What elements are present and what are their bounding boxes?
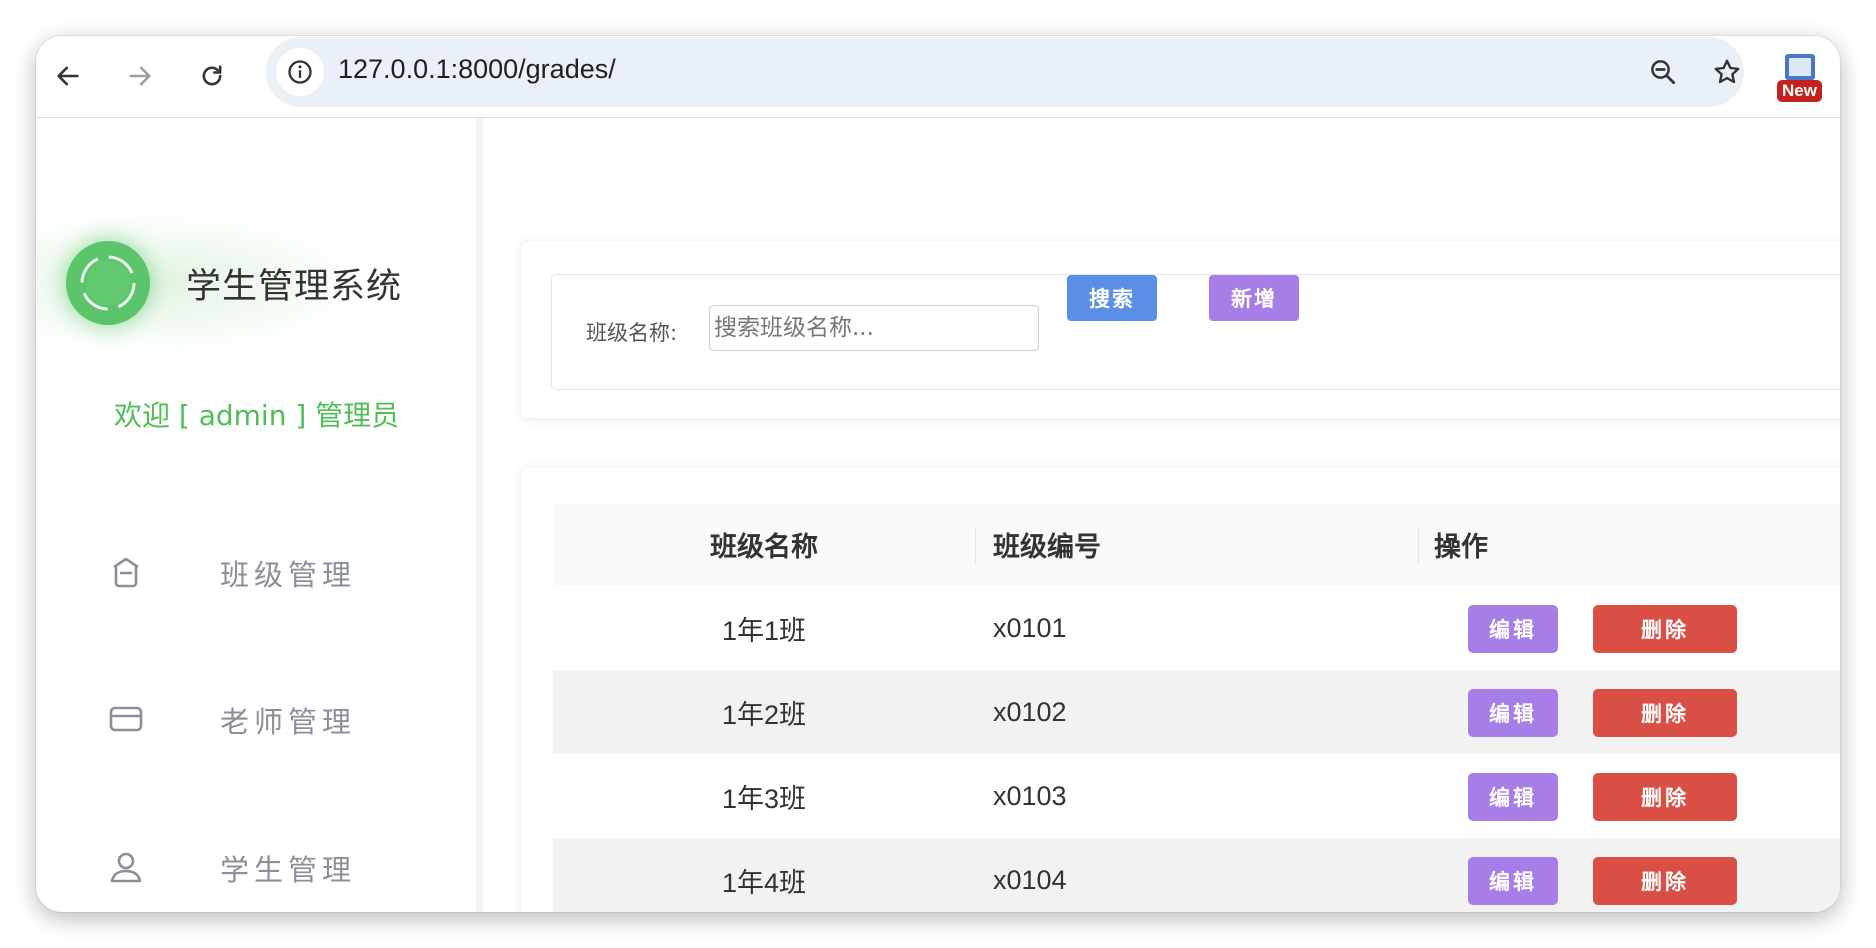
arrow-left-icon [57,66,79,86]
reload-icon [202,65,222,86]
arrow-right-icon [129,66,151,86]
site-info-button[interactable] [276,48,324,96]
extension-icon [1785,54,1815,80]
edit-button[interactable]: 编辑 [1468,857,1558,905]
sidebar-item-label: 班级管理 [220,558,357,592]
cell-actions: 编辑 删除 [1418,754,1840,838]
sidebar-item-label: 老师管理 [220,705,357,739]
zoom-button[interactable] [1644,53,1682,91]
browser-window: 127.0.0.1:8000/grades/ New 学生管理系统 欢迎 [ a… [36,36,1840,912]
cell-class-code: x0104 [975,838,1418,912]
reload-button[interactable] [192,56,232,96]
cell-class-name: 1年1班 [721,615,807,646]
brand-title: 学生管理系统 [186,267,403,307]
info-icon [288,60,312,84]
header-label: 操作 [1434,532,1488,563]
cell-class-code: x0103 [993,780,1067,811]
sidebar-item-classes[interactable]: 班级管理 [106,546,406,596]
table-row: 1年2班 x0102 编辑 删除 [553,670,1840,754]
bookmark-button[interactable] [1708,53,1746,91]
header-label: 班级名称 [710,532,818,563]
cell-actions: 编辑 删除 [1418,838,1840,912]
header-label: 班级编号 [993,532,1101,563]
table-row: 1年1班 x0101 编辑 删除 [553,586,1840,670]
brand-logo-icon [66,241,150,325]
edit-button[interactable]: 编辑 [1468,773,1558,821]
cell-actions: 编辑 删除 [1418,670,1840,754]
browser-toolbar: 127.0.0.1:8000/grades/ New [36,36,1840,118]
card-icon [109,706,143,732]
extension-button[interactable]: New [1777,52,1823,104]
cell-class-code: x0101 [993,612,1067,643]
delete-button[interactable]: 删除 [1593,857,1737,905]
table-header-row: 班级名称 班级编号 操作 [553,503,1840,586]
main-content: 班级名称: 搜索 新增 班级名称 班级编号 [483,118,1840,912]
add-button[interactable]: 新增 [1209,275,1299,321]
column-divider [975,527,976,563]
grades-table: 班级名称 班级编号 操作 1年1班 x0101 编辑 删除 1年2班 x0102… [553,503,1840,912]
delete-button[interactable]: 删除 [1593,773,1737,821]
table-row: 1年3班 x0103 编辑 删除 [553,754,1840,838]
edit-button[interactable]: 编辑 [1468,689,1558,737]
sidebar-item-students[interactable]: 学生管理 [106,841,406,891]
forward-button[interactable] [120,56,160,96]
cell-actions: 编辑 删除 [1418,586,1840,670]
search-input[interactable] [709,305,1039,351]
cell-class-name: 1年2班 [553,670,975,754]
header-class-code: 班级编号 [975,503,1418,586]
class-home-icon [113,557,139,588]
sidebar-item-label: 学生管理 [220,853,357,887]
grades-table-panel: 班级名称 班级编号 操作 1年1班 x0101 编辑 删除 1年2班 x0102… [521,468,1840,912]
column-divider [1418,527,1419,563]
welcome-text: 欢迎 [ admin ] 管理员 [114,399,400,432]
table-row: 1年4班 x0104 编辑 删除 [553,838,1840,912]
search-panel: 班级名称: 搜索 新增 [521,242,1840,418]
cell-class-code: x0102 [975,670,1418,754]
search-form: 班级名称: 搜索 新增 [551,274,1840,390]
cell-class-name: 1年4班 [553,838,975,912]
delete-button[interactable]: 删除 [1593,605,1737,653]
star-icon [1714,59,1740,84]
delete-button[interactable]: 删除 [1593,689,1737,737]
header-actions: 操作 [1418,503,1840,586]
sidebar: 学生管理系统 欢迎 [ admin ] 管理员 班级管理 老师管理 学生管理 [36,118,483,912]
address-bar[interactable]: 127.0.0.1:8000/grades/ [266,37,1744,107]
search-label: 班级名称: [586,321,678,345]
url-text[interactable]: 127.0.0.1:8000/grades/ [338,54,616,85]
user-icon [110,852,142,883]
header-class-name: 班级名称 [553,503,975,586]
extension-new-badge: New [1777,80,1822,102]
edit-button[interactable]: 编辑 [1468,605,1558,653]
back-button[interactable] [48,56,88,96]
zoom-out-icon [1651,60,1675,84]
sidebar-item-teachers[interactable]: 老师管理 [106,693,406,743]
search-button[interactable]: 搜索 [1067,275,1157,321]
cell-class-name: 1年3班 [721,783,807,814]
